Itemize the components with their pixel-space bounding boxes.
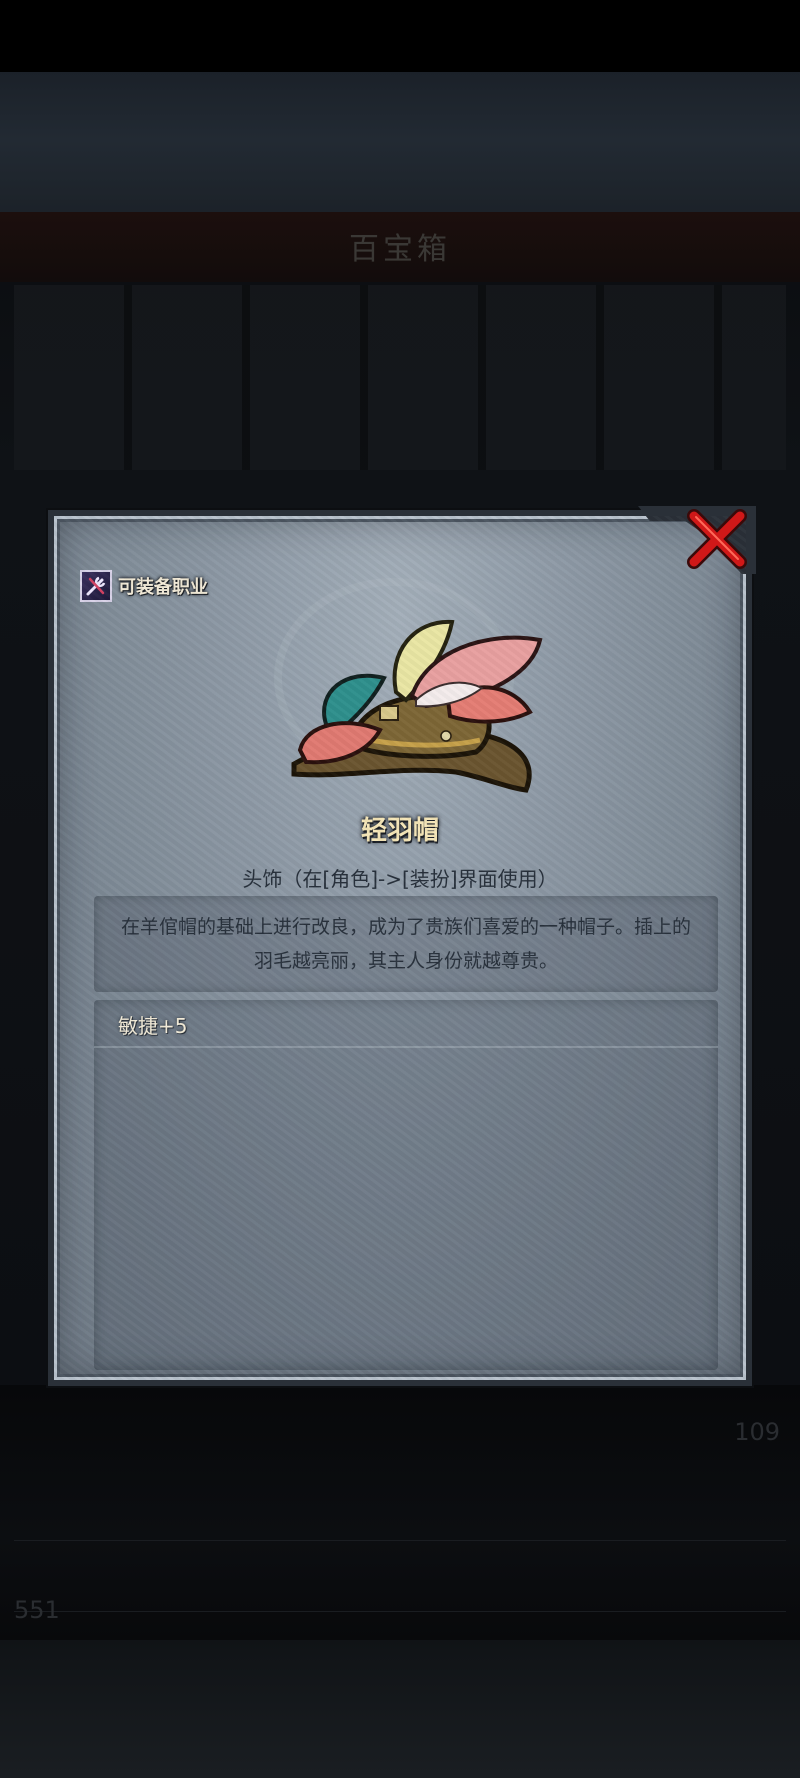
item-type-line: 头饰（在[角色]->[装扮]界面使用） — [242, 867, 558, 891]
item-info-dialog: 可装备职业 轻羽帽 头饰（在[角色]->[装扮]界面使用） 在羊倌帽的基础上进行… — [48, 506, 756, 1386]
stat-agility: 敏捷+5 — [118, 1014, 188, 1038]
background-shelves — [14, 285, 786, 470]
equippable-class-badge[interactable]: 可装备职业 — [80, 570, 208, 602]
stat-row: 敏捷+5 — [94, 1000, 718, 1048]
background-title: 百宝箱 — [349, 232, 451, 267]
background-value-text: 109 — [734, 1418, 780, 1446]
background-count-text: 551 — [14, 1596, 60, 1624]
background-bottom-row — [14, 1540, 786, 1612]
item-name: 轻羽帽 — [360, 816, 439, 846]
equippable-class-label: 可装备职业 — [118, 577, 208, 598]
close-x-icon — [687, 509, 747, 569]
item-description-box: 在羊倌帽的基础上进行改良，成为了贵族们喜爱的一种帽子。插上的羽毛越亮丽，其主人身… — [94, 896, 718, 992]
feathered-hat-icon — [291, 619, 543, 793]
close-button[interactable] — [682, 504, 752, 574]
crossed-tools-icon — [80, 570, 112, 602]
item-stats-box: 敏捷+5 — [94, 1000, 718, 1370]
item-description: 在羊倌帽的基础上进行改良，成为了贵族们喜爱的一种帽子。插上的羽毛越亮丽，其主人身… — [120, 916, 691, 972]
